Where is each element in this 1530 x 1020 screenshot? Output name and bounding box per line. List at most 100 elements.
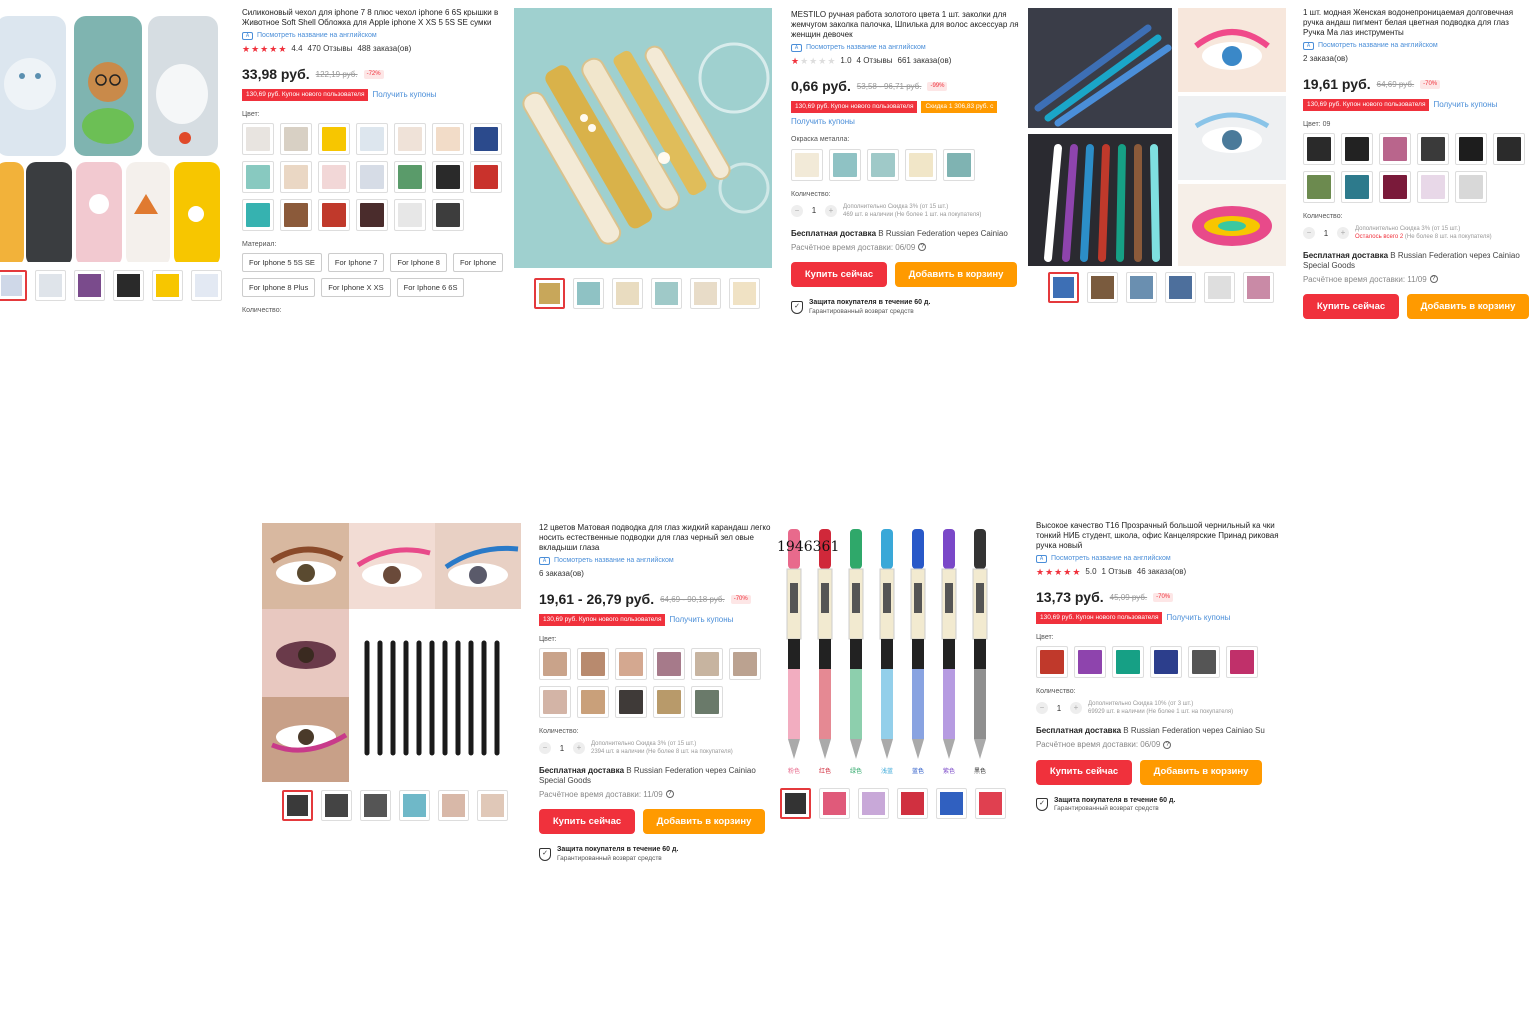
color-swatch[interactable]: [1417, 132, 1449, 165]
thumbnail[interactable]: [1165, 272, 1196, 303]
increment-button[interactable]: +: [825, 204, 837, 217]
color-swatch[interactable]: [539, 685, 571, 718]
get-coupons-link[interactable]: Получить купоны: [1166, 613, 1230, 623]
thumbnail[interactable]: [113, 270, 144, 301]
help-icon[interactable]: ?: [1163, 740, 1172, 749]
translate-link[interactable]: A Посмотреть название на английском: [242, 32, 512, 41]
color-swatch[interactable]: [577, 647, 609, 680]
translate-link[interactable]: A Посмотреть название на английском: [791, 44, 1022, 53]
translate-link[interactable]: A Посмотреть название на английском: [1036, 555, 1280, 564]
color-swatch[interactable]: [356, 160, 388, 193]
color-swatch[interactable]: [1341, 132, 1373, 165]
add-to-cart-button[interactable]: Добавить в корзину: [895, 262, 1017, 288]
thumbnail[interactable]: [321, 790, 352, 821]
color-swatch[interactable]: [432, 122, 464, 155]
material-option[interactable]: For Iphone 8: [390, 253, 447, 273]
color-swatch[interactable]: [280, 198, 312, 231]
color-swatch[interactable]: [1150, 645, 1182, 678]
color-swatch[interactable]: [394, 122, 426, 155]
reviews-link[interactable]: 1 Отзыв: [1102, 567, 1132, 577]
add-to-cart-button[interactable]: Добавить в корзину: [643, 809, 765, 835]
thumbnail[interactable]: [152, 270, 183, 301]
material-option[interactable]: For Iphone: [452, 253, 504, 273]
thumbnail[interactable]: [975, 788, 1006, 819]
help-icon[interactable]: ?: [918, 243, 927, 252]
get-coupons-link[interactable]: Получить купоны: [1433, 100, 1497, 110]
thumbnail[interactable]: [282, 790, 313, 821]
thumbnail[interactable]: [819, 788, 850, 819]
thumbnail[interactable]: [651, 278, 682, 309]
color-swatch[interactable]: [318, 122, 350, 155]
thumbnail[interactable]: [534, 278, 565, 309]
quantity-value[interactable]: 1: [1321, 229, 1331, 239]
material-option[interactable]: For Iphone 6 6S: [396, 278, 465, 298]
color-swatch[interactable]: [691, 647, 723, 680]
thumbnail[interactable]: [729, 278, 760, 309]
color-swatch[interactable]: [1074, 645, 1106, 678]
color-swatch[interactable]: [470, 160, 502, 193]
material-option[interactable]: For Iphone X XS: [321, 278, 391, 298]
color-swatch[interactable]: [729, 647, 761, 680]
color-swatch[interactable]: [242, 122, 274, 155]
color-swatch[interactable]: [1226, 645, 1258, 678]
product-main-image[interactable]: 粉色 红色 绿色 浅蓝 蓝色 紫色 黑色 1946361: [772, 523, 1030, 783]
color-swatch[interactable]: [318, 160, 350, 193]
thumbnail[interactable]: [438, 790, 469, 821]
color-swatch[interactable]: [1455, 170, 1487, 203]
product-main-image[interactable]: [0, 14, 220, 262]
buy-now-button[interactable]: Купить сейчас: [1036, 759, 1132, 785]
product-main-image[interactable]: [262, 523, 521, 782]
thumbnail[interactable]: [897, 788, 928, 819]
increment-button[interactable]: +: [1337, 227, 1349, 240]
material-option[interactable]: For Iphone 7: [327, 253, 385, 273]
reviews-link[interactable]: 4 Отзывы: [857, 56, 893, 66]
material-option[interactable]: For Iphone 5 5S SE: [242, 253, 322, 273]
decrement-button[interactable]: −: [1303, 227, 1315, 240]
thumbnail[interactable]: [399, 790, 430, 821]
add-to-cart-button[interactable]: Добавить в корзину: [1140, 759, 1262, 785]
color-swatch[interactable]: [394, 160, 426, 193]
translate-link[interactable]: A Посмотреть название на английском: [539, 557, 772, 566]
thumbnail[interactable]: [191, 270, 222, 301]
color-swatch[interactable]: [653, 647, 685, 680]
decrement-button[interactable]: −: [1036, 702, 1048, 715]
product-main-image[interactable]: [1028, 8, 1286, 266]
quantity-value[interactable]: 1: [1054, 704, 1064, 714]
color-swatch[interactable]: [691, 685, 723, 718]
color-swatch[interactable]: [470, 122, 502, 155]
color-swatch[interactable]: [432, 198, 464, 231]
thumbnail[interactable]: [780, 788, 811, 819]
translate-link[interactable]: A Посмотреть название на английском: [1303, 42, 1530, 51]
increment-button[interactable]: +: [573, 742, 585, 755]
color-swatch[interactable]: [905, 148, 937, 181]
add-to-cart-button[interactable]: Добавить в корзину: [1407, 294, 1529, 320]
thumbnail[interactable]: [35, 270, 66, 301]
thumbnail[interactable]: [74, 270, 105, 301]
color-swatch[interactable]: [577, 685, 609, 718]
thumbnail[interactable]: [936, 788, 967, 819]
color-swatch[interactable]: [1455, 132, 1487, 165]
color-swatch[interactable]: [615, 647, 647, 680]
thumbnail[interactable]: [0, 270, 27, 301]
color-swatch[interactable]: [1303, 132, 1335, 165]
quantity-value[interactable]: 1: [557, 744, 567, 754]
thumbnail[interactable]: [477, 790, 508, 821]
color-swatch[interactable]: [242, 160, 274, 193]
color-swatch[interactable]: [653, 685, 685, 718]
color-swatch[interactable]: [1112, 645, 1144, 678]
quantity-value[interactable]: 1: [809, 206, 819, 216]
color-swatch[interactable]: [280, 122, 312, 155]
color-swatch[interactable]: [1303, 170, 1335, 203]
get-coupons-link[interactable]: Получить купоны: [669, 615, 733, 625]
buy-now-button[interactable]: Купить сейчас: [791, 262, 887, 288]
color-swatch[interactable]: [318, 198, 350, 231]
thumbnail[interactable]: [573, 278, 604, 309]
thumbnail[interactable]: [1048, 272, 1079, 303]
color-swatch[interactable]: [280, 160, 312, 193]
material-option[interactable]: For Iphone 8 Plus: [242, 278, 316, 298]
thumbnail[interactable]: [690, 278, 721, 309]
color-swatch[interactable]: [1379, 170, 1411, 203]
buy-now-button[interactable]: Купить сейчас: [539, 809, 635, 835]
color-swatch[interactable]: [242, 198, 274, 231]
color-swatch[interactable]: [791, 148, 823, 181]
